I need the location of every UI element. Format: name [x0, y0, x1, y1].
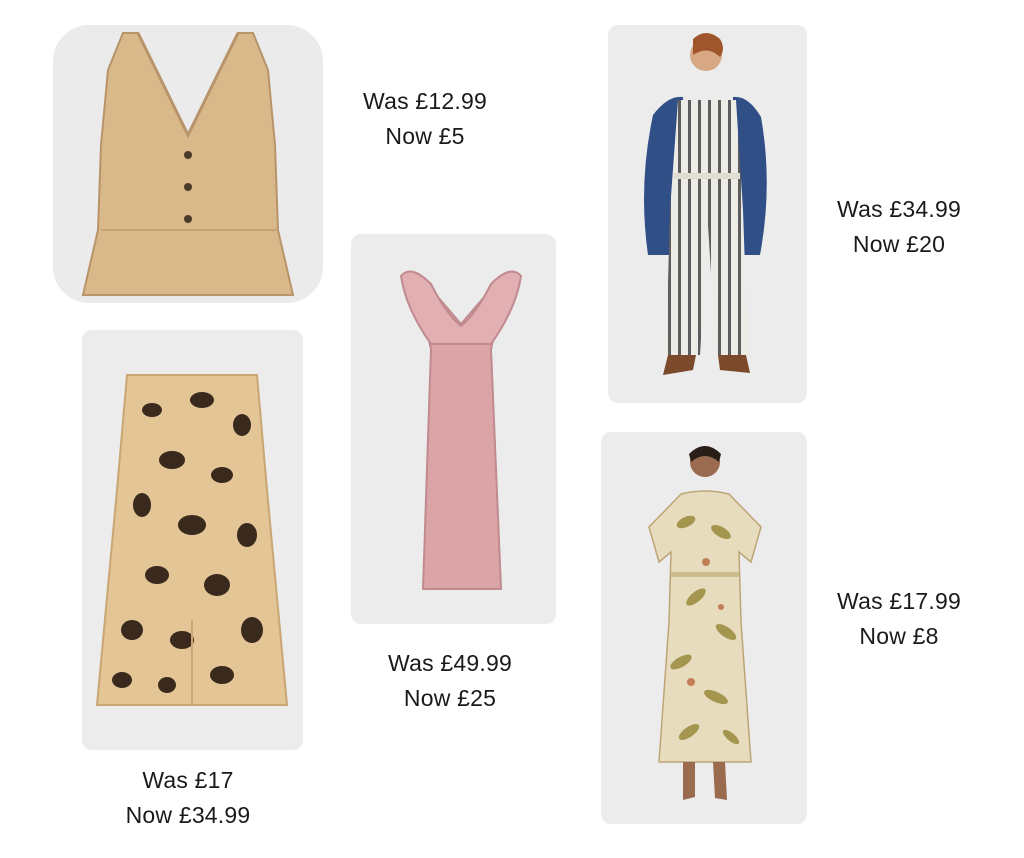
product-image-tropical-dress[interactable]	[601, 432, 807, 824]
pink-dress-illustration	[399, 270, 523, 590]
was-price: Was £34.99	[837, 196, 961, 222]
striped-jumpsuit-illustration	[644, 33, 767, 375]
price-tropical-dress: Was £17.99 Now £8	[814, 584, 984, 654]
now-price: Now £8	[859, 623, 939, 649]
product-image-leopard-skirt[interactable]	[82, 330, 303, 750]
product-image-striped-jumpsuit[interactable]	[608, 25, 807, 403]
was-price: Was £49.99	[388, 650, 512, 676]
price-beige-top: Was £12.99 Now £5	[340, 84, 510, 154]
leopard-skirt-illustration	[95, 374, 289, 706]
price-leopard-skirt: Was £17 Now £34.99	[103, 763, 273, 833]
was-price: Was £17.99	[837, 588, 961, 614]
price-pink-dress: Was £49.99 Now £25	[365, 646, 535, 716]
product-image-beige-top[interactable]	[53, 25, 323, 303]
now-price: Now £25	[403, 685, 497, 711]
product-image-pink-dress[interactable]	[351, 234, 556, 624]
beige-top-illustration	[81, 32, 295, 296]
tropical-dress-illustration	[648, 446, 762, 800]
was-price: Was £17	[142, 767, 234, 793]
price-striped-jumpsuit: Was £34.99 Now £20	[814, 192, 984, 262]
now-price: Now £34.99	[125, 802, 251, 828]
was-price: Was £12.99	[363, 88, 487, 114]
now-price: Now £5	[385, 123, 465, 149]
now-price: Now £20	[852, 231, 946, 257]
